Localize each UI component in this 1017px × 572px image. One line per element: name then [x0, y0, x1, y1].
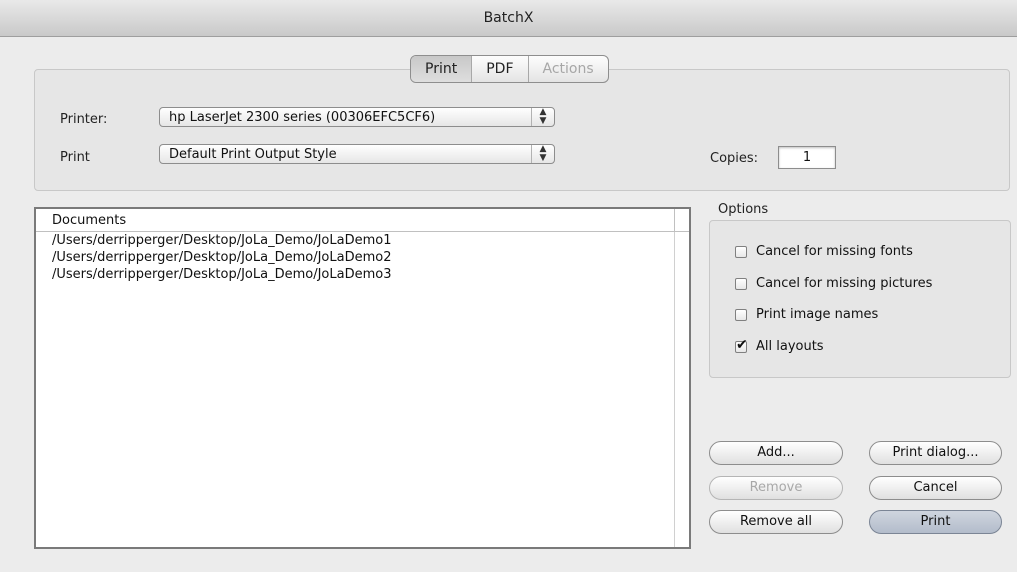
popup-arrows-icon: ▲ ▼	[531, 145, 554, 163]
documents-list[interactable]: Documents /Users/derripperger/Desktop/Jo…	[34, 207, 691, 549]
checkbox-checked-icon	[735, 337, 748, 353]
tab-print[interactable]: Print	[411, 56, 473, 82]
all-layouts-checkbox[interactable]: All layouts	[735, 337, 824, 354]
copies-label: Copies:	[710, 151, 759, 166]
print-image-names-checkbox[interactable]: Print image names	[735, 307, 878, 322]
cancel-missing-fonts-checkbox[interactable]: Cancel for missing fonts	[735, 244, 913, 259]
printer-value: hp LaserJet 2300 series (00306EFC5CF6)	[169, 110, 436, 125]
list-item[interactable]: /Users/derripperger/Desktop/JoLa_Demo/Jo…	[36, 232, 689, 249]
print-style-value: Default Print Output Style	[169, 147, 337, 162]
print-dialog-button[interactable]: Print dialog...	[869, 441, 1002, 465]
print-style-label: Print	[60, 150, 90, 165]
options-title: Options	[718, 202, 769, 217]
checkbox-label: Cancel for missing pictures	[756, 276, 933, 291]
remove-button: Remove	[709, 476, 843, 500]
cancel-missing-pictures-checkbox[interactable]: Cancel for missing pictures	[735, 276, 932, 291]
print-style-popup[interactable]: Default Print Output Style ▲ ▼	[159, 144, 555, 164]
tab-actions: Actions	[542, 61, 594, 77]
list-item[interactable]: /Users/derripperger/Desktop/JoLa_Demo/Jo…	[36, 266, 689, 283]
add-button[interactable]: Add...	[709, 441, 843, 465]
printer-label: Printer:	[60, 112, 108, 127]
print-button[interactable]: Print	[869, 510, 1002, 534]
printer-popup[interactable]: hp LaserJet 2300 series (00306EFC5CF6) ▲…	[159, 107, 555, 127]
checkbox-label: Cancel for missing fonts	[756, 244, 913, 259]
print-settings-group: Printer: hp LaserJet 2300 series (00306E…	[34, 69, 1010, 191]
checkbox-label: All layouts	[756, 339, 824, 354]
remove-all-button[interactable]: Remove all	[709, 510, 843, 534]
checkbox-unchecked-icon	[735, 277, 747, 290]
documents-column-header[interactable]: Documents	[36, 209, 689, 232]
checkbox-unchecked-icon	[735, 245, 747, 258]
window-title: BatchX	[0, 0, 1017, 37]
checkbox-unchecked-icon	[735, 308, 747, 321]
documents-header-label: Documents	[52, 213, 127, 228]
options-group: Cancel for missing fonts Cancel for miss…	[709, 220, 1011, 378]
copies-field[interactable]: 1	[778, 146, 836, 169]
documents-scrollbar[interactable]	[674, 232, 689, 547]
popup-arrows-icon: ▲ ▼	[531, 108, 554, 126]
checkbox-label: Print image names	[756, 307, 879, 322]
column-separator	[674, 209, 675, 231]
tab-bar: Print PDF Actions	[410, 55, 609, 83]
list-item[interactable]: /Users/derripperger/Desktop/JoLa_Demo/Jo…	[36, 249, 689, 266]
cancel-button[interactable]: Cancel	[869, 476, 1002, 500]
tab-pdf[interactable]: PDF	[472, 56, 529, 82]
